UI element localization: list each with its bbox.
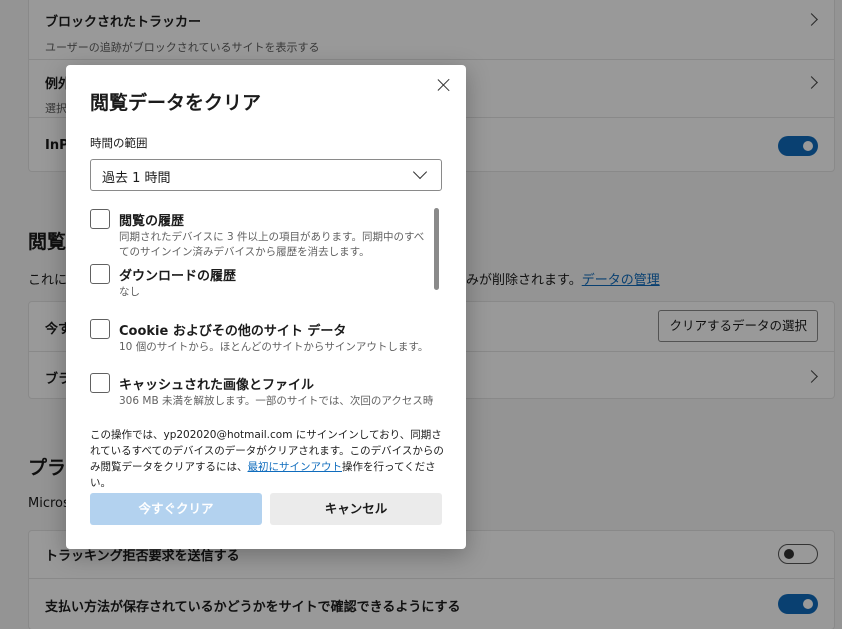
cached-files-label: キャッシュされた画像とファイル xyxy=(119,378,315,393)
download-history-checkbox[interactable] xyxy=(90,264,110,284)
time-range-label: 時間の範囲 xyxy=(90,136,148,150)
close-icon[interactable] xyxy=(434,75,454,95)
cookies-option[interactable]: Cookie およびその他のサイト データ 10 個のサイトから。ほとんどのサイ… xyxy=(90,318,430,358)
cached-files-checkbox[interactable] xyxy=(90,373,110,393)
chevron-down-icon xyxy=(412,164,428,180)
clear-browsing-data-dialog: 閲覧データをクリア 時間の範囲 過去 1 時間 閲覧の履歴 同期されたデバイスに… xyxy=(66,65,466,549)
browsing-history-label: 閲覧の履歴 xyxy=(119,214,185,229)
browsing-history-description: 同期されたデバイスに 3 件以上の項目があります。同期中のすべてのサインイン済み… xyxy=(119,231,425,258)
time-range-select[interactable]: 過去 1 時間 xyxy=(90,159,442,191)
download-history-description: なし xyxy=(119,286,140,298)
dialog-title: 閲覧データをクリア xyxy=(90,92,262,114)
cookies-label: Cookie およびその他のサイト データ xyxy=(119,324,347,339)
cancel-button[interactable]: キャンセル xyxy=(270,493,442,525)
sync-notice: この操作では、yp202020@hotmail.com にサインインしており、同… xyxy=(90,427,445,491)
time-range-value: 過去 1 時間 xyxy=(102,171,171,186)
cookies-description: 10 個のサイトから。ほとんどのサイトからサインアウトします。 xyxy=(119,341,429,353)
dialog-scrollbar[interactable] xyxy=(434,208,439,290)
browsing-history-checkbox[interactable] xyxy=(90,209,110,229)
download-history-option[interactable]: ダウンロードの履歴 なし xyxy=(90,263,430,303)
clear-now-button[interactable]: 今すぐクリア xyxy=(90,493,262,525)
download-history-label: ダウンロードの履歴 xyxy=(119,269,237,284)
cached-files-description: 306 MB 未満を解放します。一部のサイトでは、次回のアクセス時 xyxy=(119,395,434,407)
browsing-history-option[interactable]: 閲覧の履歴 同期されたデバイスに 3 件以上の項目があります。同期中のすべてのサ… xyxy=(90,208,430,262)
cached-files-option[interactable]: キャッシュされた画像とファイル 306 MB 未満を解放します。一部のサイトでは… xyxy=(90,372,433,412)
sign-out-first-link[interactable]: 最初にサインアウト xyxy=(248,461,343,473)
cookies-checkbox[interactable] xyxy=(90,319,110,339)
